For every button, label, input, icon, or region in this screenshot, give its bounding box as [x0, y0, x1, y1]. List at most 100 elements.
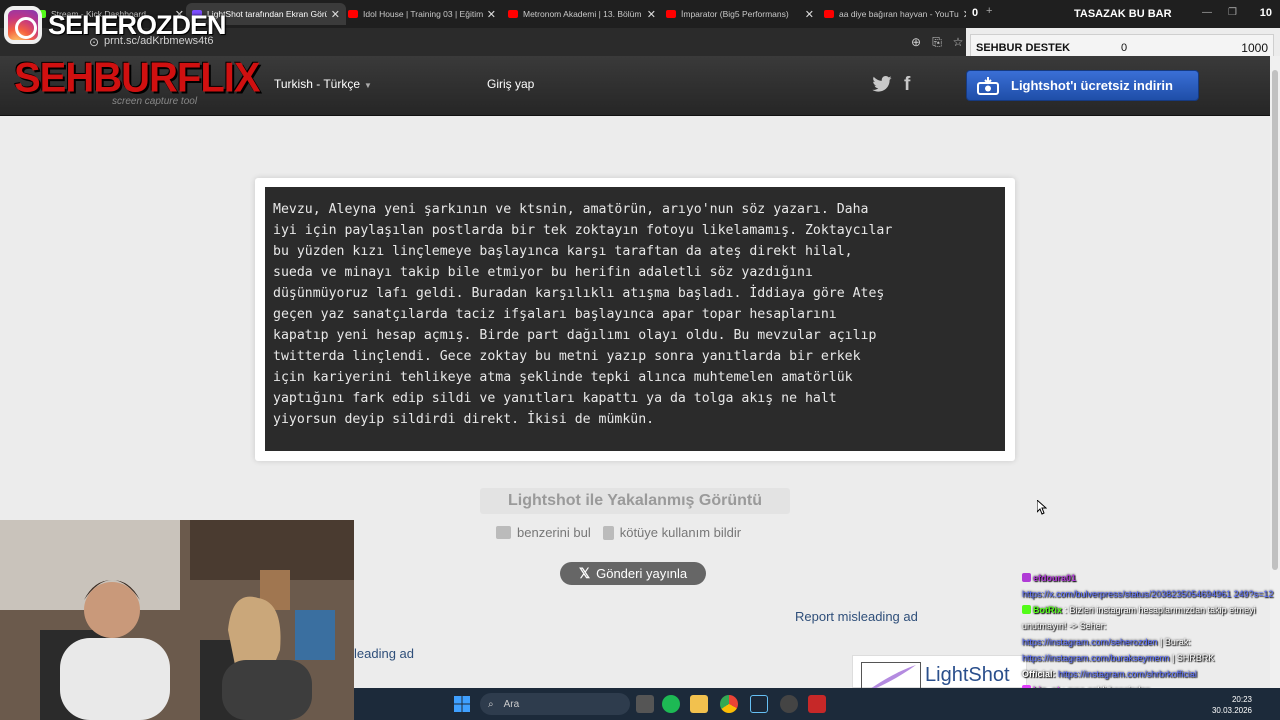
clock-date: 30.03.2026 — [1211, 706, 1252, 715]
screenshot-text-line: iyi için paylaşılan postlarda bir tek zo… — [273, 223, 893, 238]
screenshot-text-line: kapatıp yeni hesap açmış. Birde part dağ… — [273, 328, 877, 343]
screenshot-icon[interactable]: ⎘ — [929, 34, 945, 50]
screenshot-text: Mevzu, Aleyna yeni şarkının ve ktsnin, a… — [273, 199, 1003, 430]
twitter-icon[interactable] — [872, 76, 892, 92]
os-taskbar: ⌕ Ara 20:23 30.03.2026 — [354, 688, 1280, 720]
chat-badge-icon — [1022, 573, 1031, 582]
tab-close-icon[interactable]: ✕ — [331, 8, 340, 21]
webcam-feed — [0, 520, 354, 720]
chat-message: BotRix : Bizleri instagram hesaplarımızd… — [1022, 602, 1280, 634]
login-link[interactable]: Giriş yap — [487, 77, 534, 91]
x-logo-icon: 𝕏 — [578, 565, 591, 581]
app-icon[interactable] — [808, 695, 826, 713]
chat-link[interactable]: https://instagram.com/seherozden — [1022, 637, 1158, 647]
tab-favicon-icon — [824, 10, 834, 18]
screenshot-text-line: için kariyerini tehlikeye atma şeklinde … — [273, 370, 853, 385]
chat-message: efdoura01 https://x.com/bulverpress/stat… — [1022, 570, 1280, 602]
post-button-label: Gönderi yayınla — [596, 566, 688, 581]
screenshot-text-line: sueda ve minayı takip bile etmiyor bu he… — [273, 265, 813, 280]
site-header: SEHBURFLIX screen capture tool Turkish -… — [0, 55, 1270, 116]
chat-username[interactable]: efdoura01 — [1033, 573, 1076, 583]
chat-username[interactable]: Official: — [1022, 669, 1056, 679]
screenshot-image[interactable]: Mevzu, Aleyna yeni şarkının ve ktsnin, a… — [265, 187, 1005, 451]
clock-time: 20:23 — [1231, 695, 1252, 704]
scroll-thumb[interactable] — [1272, 70, 1278, 570]
chat-text-suffix: | Burak: — [1157, 637, 1191, 647]
screenshot-card: Mevzu, Aleyna yeni şarkının ve ktsnin, a… — [255, 178, 1015, 461]
chrome-icon[interactable] — [720, 695, 738, 713]
screenshot-text-line: bu yüzden kızı linçlemeye başlayınca kar… — [273, 244, 853, 259]
screenshot-text-line: düşünmüyoruz lafı geldi. Buradan karşılı… — [273, 286, 885, 301]
ad-banner[interactable]: LightShot — [852, 655, 1027, 692]
tab-close-icon[interactable]: ✕ — [647, 8, 656, 21]
screenshot-text-line: yiyorsun deyip sildirdi direkt. İkisi de… — [273, 412, 655, 427]
chat-badge-icon — [1022, 605, 1031, 614]
browser-tab[interactable]: Idol House | Training 03 | Eğitim ✕ — [342, 3, 502, 25]
chat-message: Official: https://instagram.com/shrbrkof… — [1022, 666, 1280, 682]
chat-text-suffix: | SHRBRK — [1169, 653, 1215, 663]
screenshot-actions: benzerini bul kötüye kullanım bildir — [496, 525, 741, 540]
browser-tab[interactable]: Metronom Akademi | 13. Bölüm ✕ — [502, 3, 662, 25]
windows-start-icon[interactable] — [454, 696, 470, 712]
taskbar-search-placeholder: Ara — [503, 698, 520, 710]
language-label: Turkish - Türkçe — [274, 77, 361, 91]
ad-brand: LightShot — [925, 664, 1010, 686]
find-similar-label: benzerini bul — [517, 525, 591, 540]
stream-brand-overlay: SEHEROZDEN — [4, 6, 227, 44]
report-misleading-ad-link-2[interactable]: leading ad — [354, 646, 414, 661]
screenshot-text-line: Mevzu, Aleyna yeni şarkının ve ktsnin, a… — [273, 202, 869, 217]
taskbar-clock[interactable]: 20:23 30.03.2026 — [1212, 694, 1252, 716]
download-button[interactable]: Lightshot'ı ücretsiz indirin — [966, 70, 1199, 101]
counter-title: TASAZAK BU BAR — [1074, 8, 1172, 20]
tab-favicon-icon — [348, 10, 358, 18]
chat-username[interactable]: BotRix — [1033, 605, 1062, 615]
browser-tab[interactable]: İmparator (Big5 Performans) ✕ — [660, 3, 820, 25]
minimize-icon[interactable]: — — [1202, 7, 1212, 18]
taskbar-search[interactable]: ⌕ Ara — [480, 693, 630, 715]
report-abuse-label: kötüye kullanım bildir — [619, 525, 742, 540]
tab-title: aa diye bağıran hayvan - YouTube — [839, 9, 959, 19]
obs-icon[interactable] — [780, 695, 798, 713]
bookmark-star-icon[interactable]: ☆ — [950, 34, 966, 50]
tab-close-icon[interactable]: ✕ — [805, 8, 814, 21]
find-similar-link[interactable]: benzerini bul — [496, 525, 591, 540]
post-on-x-button[interactable]: 𝕏 Gönderi yayınla — [560, 562, 706, 585]
chat-link[interactable]: https://instagram.com/burakseymenn — [1022, 653, 1170, 663]
support-goal: 1000 — [1241, 41, 1268, 55]
chat-link[interactable]: https://instagram.com/shrbrkofficial — [1058, 669, 1197, 679]
report-misleading-ad-link[interactable]: Report misleading ad — [795, 609, 918, 624]
mouse-cursor-icon — [1037, 500, 1047, 515]
tab-favicon-icon — [666, 10, 676, 18]
download-button-label: Lightshot'ı ücretsiz indirin — [1011, 78, 1173, 93]
new-tab-button[interactable]: + — [986, 5, 992, 17]
counter-left-value: 0 — [972, 7, 979, 19]
spotify-icon[interactable] — [662, 695, 680, 713]
chat-message: https://instagram.com/seherozden | Burak… — [1022, 634, 1280, 650]
counter-right-value: 10 — [1259, 7, 1272, 19]
tab-title: Metronom Akademi | 13. Bölüm — [523, 9, 642, 19]
restore-icon[interactable]: ❐ — [1228, 7, 1237, 18]
report-abuse-link[interactable]: kötüye kullanım bildir — [602, 525, 742, 540]
task-view-icon[interactable] — [636, 695, 654, 713]
tab-title: Idol House | Training 03 | Eğitim — [363, 9, 483, 19]
tab-close-icon[interactable]: ✕ — [487, 8, 496, 21]
support-value: 0 — [1121, 42, 1128, 54]
screenshot-text-line: twitterda linçlendi. Gece zoktay bu metn… — [273, 349, 861, 364]
file-explorer-icon[interactable] — [690, 695, 708, 713]
chat-message: https://instagram.com/burakseymenn | SHR… — [1022, 650, 1280, 666]
download-icon — [977, 76, 999, 95]
webcam-scene — [0, 520, 354, 720]
facebook-icon[interactable]: f — [904, 74, 910, 96]
language-select[interactable]: Turkish - Türkçe ▼ — [274, 77, 372, 91]
tab-title: İmparator (Big5 Performans) — [681, 9, 789, 19]
stream-chat: efdoura01 https://x.com/bulverpress/stat… — [1022, 570, 1280, 698]
search-icon: ⌕ — [488, 698, 494, 710]
zoom-icon[interactable]: ⊕ — [908, 34, 924, 50]
chat-link[interactable]: https://x.com/bulverpress/status/2038235… — [1022, 589, 1273, 599]
screenshot-text-line: geçen yaz sanatçılarda taciz ifşaları ba… — [273, 307, 837, 322]
camera-icon — [496, 526, 511, 539]
browser-tab[interactable]: aa diye bağıran hayvan - YouTube✕ — [818, 3, 978, 25]
site-tagline: screen capture tool — [112, 96, 198, 107]
steam-icon[interactable] — [750, 695, 768, 713]
counter-bar-top: 0 + TASAZAK BU BAR — ❐ 10 — [966, 0, 1280, 28]
